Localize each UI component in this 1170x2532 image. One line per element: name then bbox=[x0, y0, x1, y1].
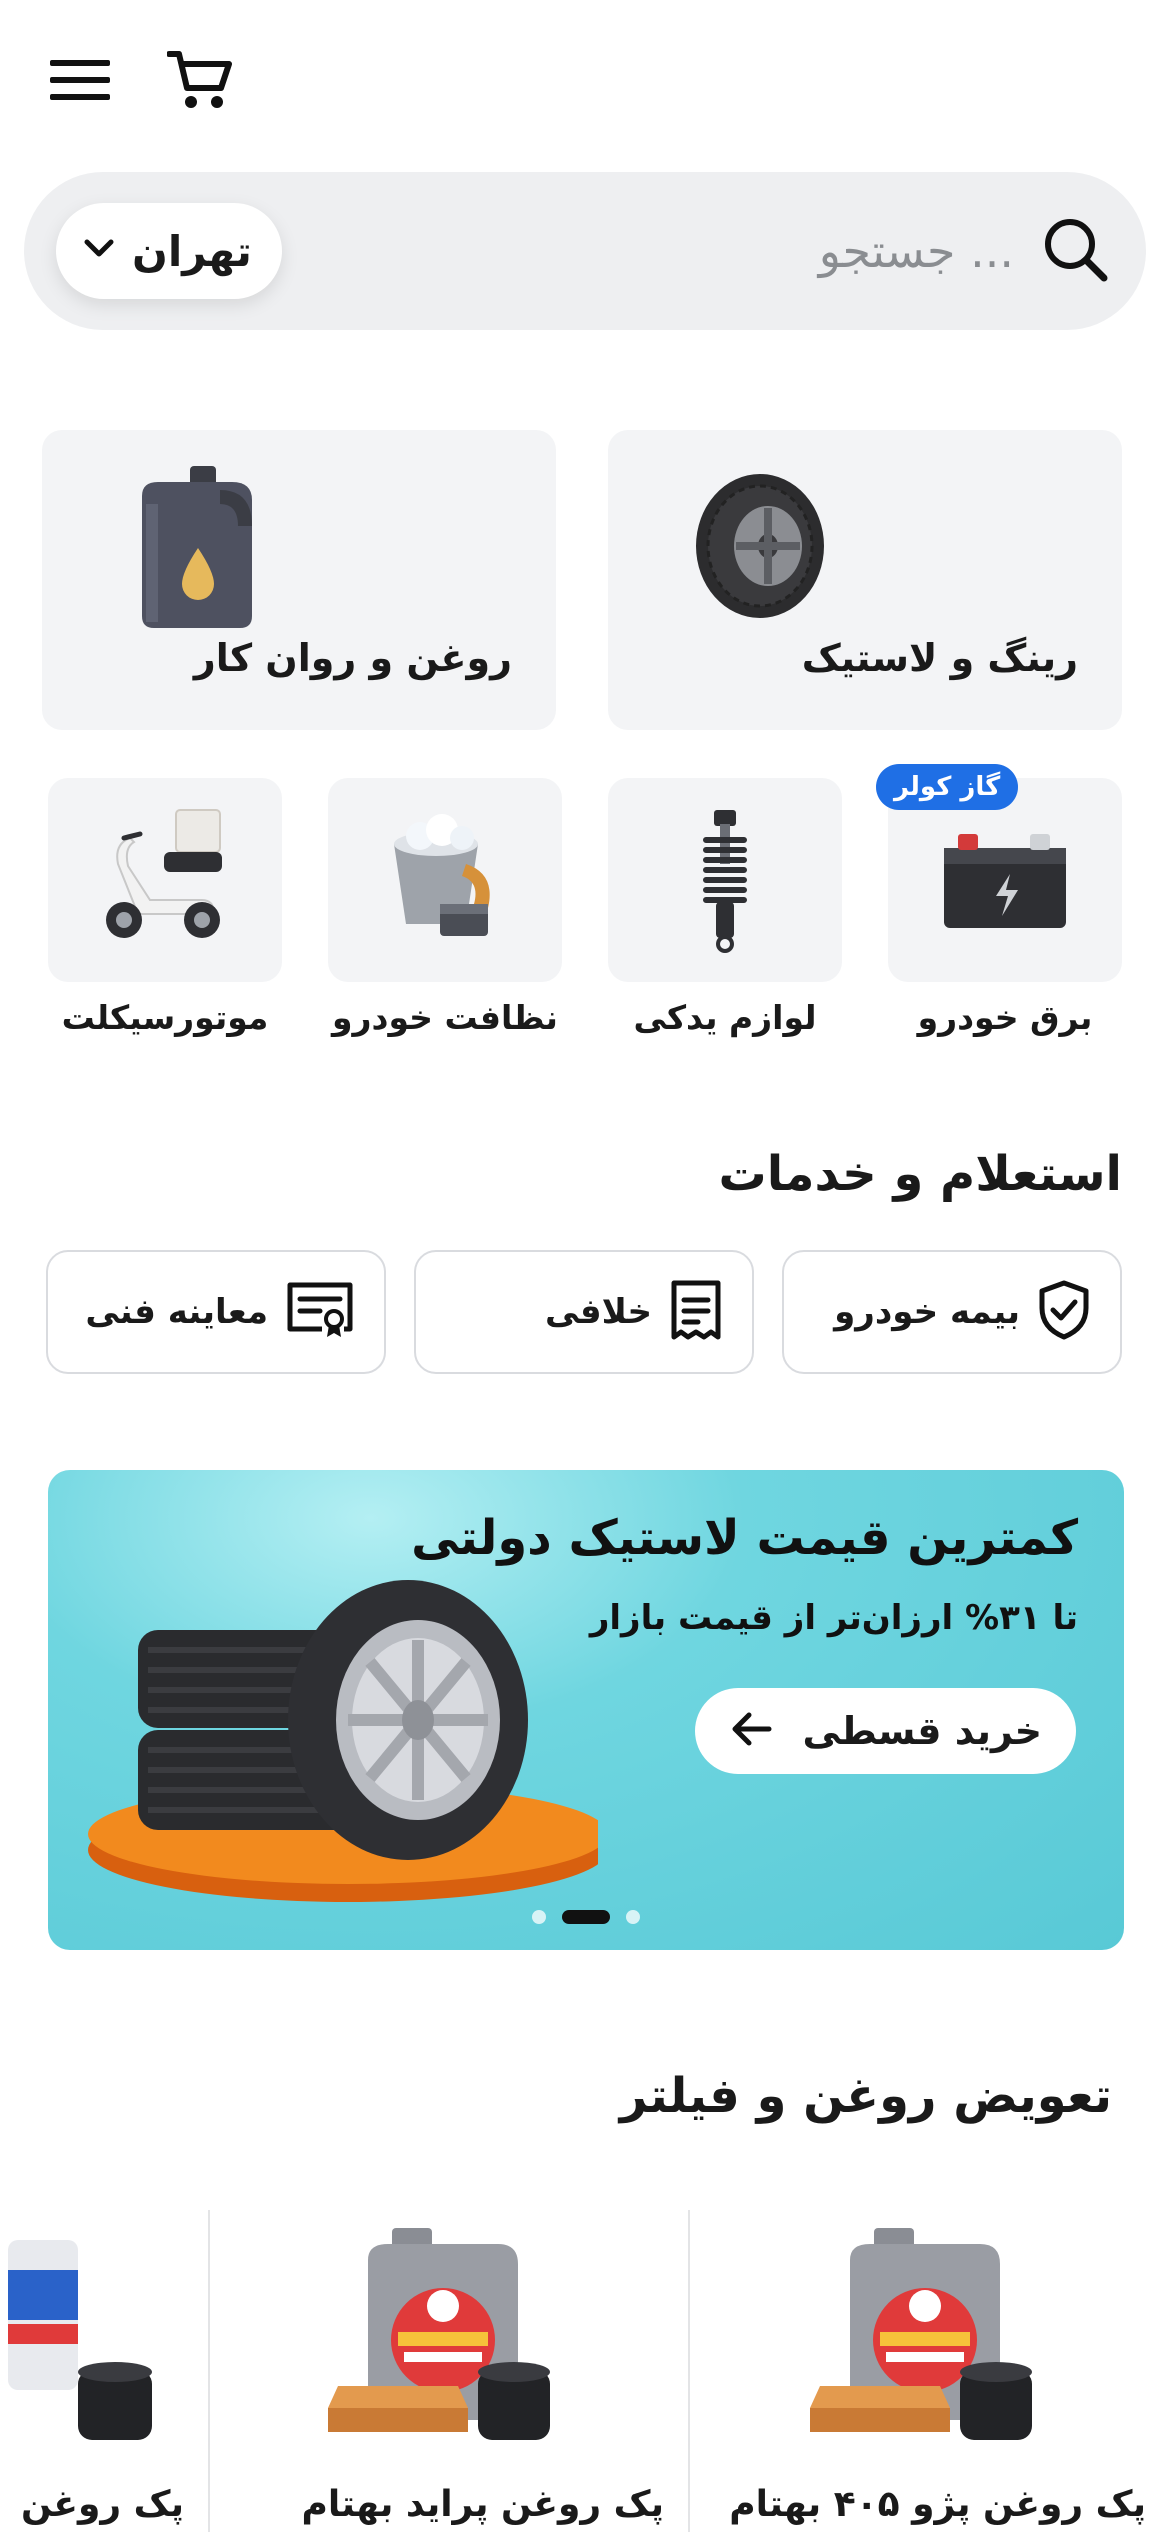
category-label: روغن و روان کار bbox=[193, 636, 512, 680]
promo-banner[interactable]: کمترین قیمت لاستیک دولتی تا ۳۱% ارزان‌تر… bbox=[48, 1470, 1124, 1950]
category-card bbox=[608, 778, 842, 982]
product-card[interactable]: پک روغن پژو ۴۰۵ بهتام bbox=[690, 2210, 1170, 2532]
service-technical-inspection[interactable]: معاینه فنی bbox=[46, 1250, 386, 1374]
category-motorcycle[interactable]: موتورسیکلت bbox=[48, 778, 282, 1037]
category-electrical[interactable]: گاز کولر برق خودرو bbox=[876, 764, 1122, 1037]
badge: گاز کولر bbox=[876, 764, 1019, 810]
cleaning-bucket-icon bbox=[370, 804, 520, 954]
search-input[interactable]: جستجو ... bbox=[819, 214, 1110, 288]
service-label: معاینه فنی bbox=[85, 1292, 268, 1332]
search-bar[interactable]: تهران جستجو ... bbox=[24, 172, 1146, 330]
category-card bbox=[328, 778, 562, 982]
shield-check-icon bbox=[1038, 1280, 1090, 1344]
oil-product-image bbox=[810, 2220, 1050, 2450]
shock-absorber-icon bbox=[650, 804, 800, 954]
carousel-dot-active[interactable] bbox=[562, 1910, 610, 1924]
divider bbox=[688, 2210, 690, 2532]
category-label: رینگ و لاستیک bbox=[801, 636, 1078, 680]
category-label: برق خودرو bbox=[917, 998, 1093, 1037]
service-car-insurance[interactable]: بیمه خودرو bbox=[782, 1250, 1122, 1374]
city-label: تهران bbox=[132, 226, 252, 276]
product-name: پک روغن bbox=[20, 2484, 184, 2525]
service-label: بیمه خودرو bbox=[834, 1292, 1020, 1332]
service-label: خلافی bbox=[545, 1292, 652, 1332]
category-oil[interactable]: روغن و روان کار bbox=[42, 430, 556, 730]
app-screen: { "search": { "placeholder": "جستجو ..."… bbox=[0, 0, 1170, 2532]
menu-icon[interactable] bbox=[40, 40, 120, 120]
button-label: خرید قسطی bbox=[802, 1709, 1043, 1753]
category-label: لوازم یدکی bbox=[633, 998, 817, 1037]
product-carousel: پک روغن پژو ۴۰۵ بهتام پک روغن پراید بهتا… bbox=[0, 2210, 1170, 2532]
installment-buy-button[interactable]: خرید قسطی bbox=[694, 1688, 1076, 1774]
city-selector[interactable]: تهران bbox=[56, 203, 282, 299]
oil-product-image bbox=[328, 2220, 568, 2450]
services-title: استعلام و خدمات bbox=[718, 1146, 1122, 1202]
search-icon bbox=[1040, 214, 1110, 288]
category-label: نظافت خودرو bbox=[332, 998, 558, 1037]
carousel-indicator bbox=[48, 1910, 1124, 1924]
battery-icon bbox=[930, 804, 1080, 954]
oil-section-title: تعویض روغن و فیلتر bbox=[619, 2068, 1112, 2124]
product-card[interactable]: پک روغن bbox=[0, 2210, 208, 2532]
oil-product-image bbox=[8, 2220, 248, 2450]
product-name: پک روغن پژو ۴۰۵ بهتام bbox=[729, 2484, 1146, 2525]
category-card: گاز کولر bbox=[876, 764, 1122, 982]
tire-icon bbox=[668, 456, 848, 636]
category-card bbox=[48, 778, 282, 982]
banner-title: کمترین قیمت لاستیک دولتی bbox=[411, 1510, 1078, 1566]
service-traffic-fines[interactable]: خلافی bbox=[414, 1250, 754, 1374]
cart-icon[interactable] bbox=[160, 40, 240, 120]
top-bar bbox=[40, 40, 240, 120]
tires-illustration bbox=[78, 1550, 608, 1930]
oil-can-icon bbox=[102, 456, 282, 636]
banner-subtitle: تا ۳۱% ارزان‌تر از قیمت بازار bbox=[589, 1598, 1078, 1638]
receipt-icon bbox=[670, 1280, 722, 1344]
chevron-down-icon bbox=[84, 239, 114, 263]
carousel-dot[interactable] bbox=[626, 1910, 640, 1924]
category-tires[interactable]: رینگ و لاستیک bbox=[608, 430, 1122, 730]
scooter-icon bbox=[90, 804, 240, 954]
certificate-icon bbox=[286, 1281, 354, 1343]
carousel-dot[interactable] bbox=[532, 1910, 546, 1924]
product-name: پک روغن پراید بهتام bbox=[301, 2484, 664, 2525]
arrow-left-icon bbox=[729, 1711, 773, 1751]
category-cleaning[interactable]: نظافت خودرو bbox=[328, 778, 562, 1037]
product-card[interactable]: پک روغن پراید بهتام bbox=[208, 2210, 688, 2532]
category-label: موتورسیکلت bbox=[61, 998, 269, 1037]
category-spare-parts[interactable]: لوازم یدکی bbox=[608, 778, 842, 1037]
search-placeholder: جستجو ... bbox=[818, 224, 1014, 278]
